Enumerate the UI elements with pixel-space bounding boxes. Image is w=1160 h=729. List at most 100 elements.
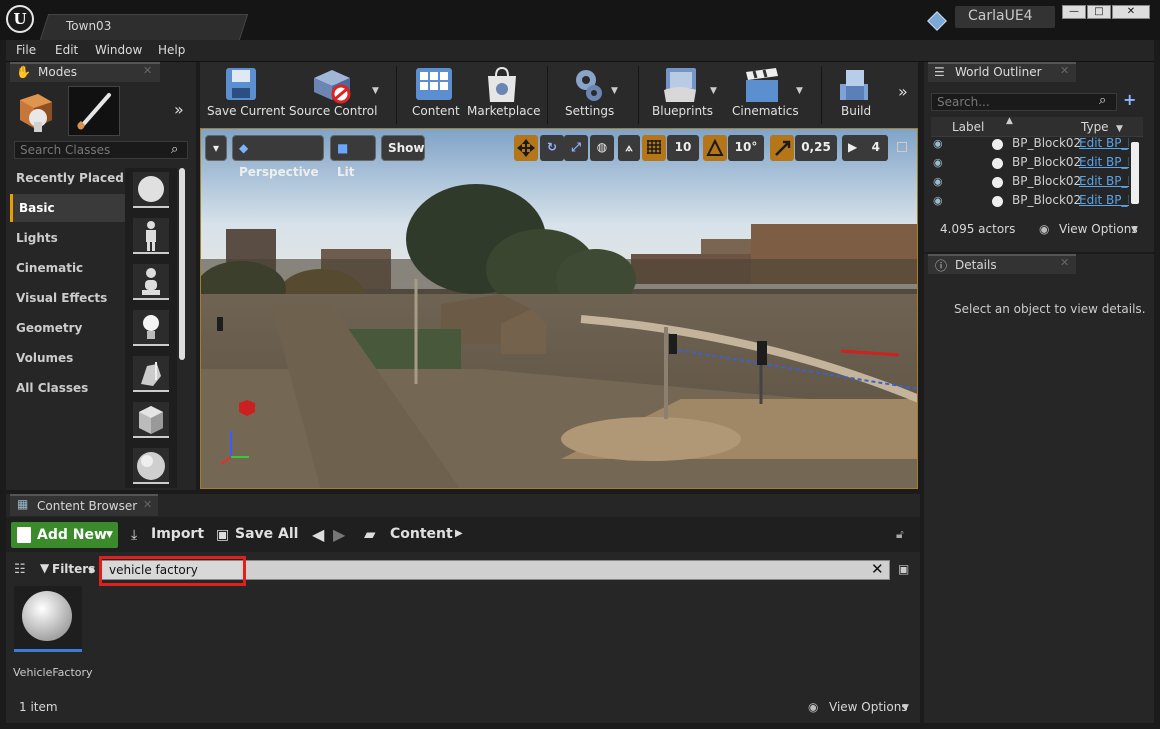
character-tile[interactable] (133, 218, 169, 254)
save-search-icon[interactable]: ▣ (898, 562, 909, 576)
pawn-tile[interactable] (133, 264, 169, 300)
edit-blueprint-link[interactable]: Edit BP_Block02 (1079, 136, 1129, 150)
menu-edit[interactable]: Edit (55, 43, 78, 57)
rotation-snap-toggle[interactable] (703, 135, 727, 161)
edit-blueprint-link[interactable]: Edit BP_Block02 (1079, 193, 1129, 207)
asset-tile-vehiclefactory[interactable] (14, 586, 82, 652)
save-all-button[interactable]: Save All (235, 526, 298, 542)
build-icon (836, 66, 874, 107)
content-view-options-button[interactable]: View Options (829, 700, 908, 714)
content-button[interactable]: Content (412, 104, 460, 118)
import-button[interactable]: Import (151, 526, 204, 542)
column-label-header[interactable]: Label (952, 120, 984, 134)
actor-label: BP_Block02 (1012, 155, 1082, 169)
cube-tile[interactable] (133, 402, 169, 438)
visibility-eye-icon[interactable]: ◉ (933, 156, 943, 169)
grid-snap-toggle[interactable] (642, 135, 666, 161)
perspective-button[interactable]: ◆ Perspective (232, 135, 324, 179)
path-content-breadcrumb[interactable]: Content (390, 526, 453, 542)
player-start-tile[interactable] (133, 356, 169, 392)
lit-button[interactable]: ■ Lit (330, 135, 376, 179)
sources-panel-toggle-icon[interactable]: ☷ (14, 562, 26, 577)
scale-mode-button[interactable]: ⤢ (564, 135, 588, 161)
world-local-toggle[interactable]: ◍ (590, 135, 614, 161)
marketplace-button[interactable]: Marketplace (467, 104, 541, 118)
history-forward-icon[interactable]: ▶ (333, 525, 345, 544)
build-button[interactable]: Build (841, 104, 871, 118)
menu-help[interactable]: Help (158, 43, 185, 57)
category-geometry[interactable]: Geometry (10, 314, 125, 342)
translate-mode-button[interactable] (514, 135, 538, 161)
rotate-mode-button[interactable]: ↻ (540, 135, 564, 161)
edit-blueprint-link[interactable]: Edit BP_Block02 (1079, 155, 1129, 169)
edit-blueprint-link[interactable]: Edit BP_Block02 (1079, 174, 1129, 188)
viewport-options-button[interactable]: ▾ (205, 135, 227, 161)
category-lights[interactable]: Lights (10, 224, 125, 252)
cinematics-dropdown-icon[interactable]: ▼ (796, 86, 803, 96)
maximize-viewport-icon[interactable] (897, 142, 907, 152)
history-back-icon[interactable]: ◀ (312, 525, 324, 544)
category-recently-placed[interactable]: Recently Placed (10, 164, 125, 192)
close-tab-icon[interactable]: ✕ (143, 498, 152, 511)
character-icon (146, 221, 156, 251)
path-chevron-icon[interactable]: ▶ (455, 528, 463, 539)
tab-details[interactable] (928, 254, 1076, 274)
view-options-dropdown-icon[interactable]: ▼ (1131, 225, 1138, 235)
column-type-header[interactable]: Type (1081, 120, 1109, 134)
outliner-search-input[interactable]: Search... (931, 93, 1117, 111)
scale-snap-value[interactable]: 0,25 (795, 135, 837, 161)
grid-snap-value[interactable]: 10 (667, 135, 699, 161)
source-control-button[interactable]: Source Control (289, 104, 377, 118)
paint-mode-button[interactable] (68, 86, 120, 136)
content-browser-toolbar (6, 517, 920, 552)
view-options-dropdown-icon[interactable]: ▼ (902, 703, 909, 713)
cinematics-button[interactable]: Cinematics (732, 104, 799, 118)
category-cinematic[interactable]: Cinematic (10, 254, 125, 282)
lock-icon[interactable]: 🔓︎ (896, 527, 904, 542)
point-light-tile[interactable] (133, 310, 169, 346)
source-control-dropdown-icon[interactable]: ▼ (372, 86, 379, 96)
toolbar-overflow-chevron-icon[interactable]: » (898, 82, 908, 101)
place-mode-button[interactable] (12, 88, 64, 134)
scale-snap-toggle[interactable] (770, 135, 794, 161)
minimize-button[interactable]: — (1062, 5, 1086, 19)
blueprints-dropdown-icon[interactable]: ▼ (710, 86, 717, 96)
outliner-scrollbar[interactable] (1131, 142, 1139, 204)
blueprints-button[interactable]: Blueprints (652, 104, 713, 118)
clear-search-icon[interactable]: ✕ (871, 560, 884, 578)
settings-dropdown-icon[interactable]: ▼ (611, 86, 618, 96)
source-control-icon (308, 66, 352, 107)
category-basic[interactable]: Basic (10, 194, 125, 222)
category-volumes[interactable]: Volumes (10, 344, 125, 372)
camera-speed-button[interactable]: ▶ 4 (842, 135, 888, 161)
more-modes-chevron-icon[interactable]: » (174, 100, 184, 119)
save-current-button[interactable]: Save Current (207, 104, 285, 118)
rotation-snap-value[interactable]: 10° (728, 135, 764, 161)
show-button[interactable]: Show (381, 135, 425, 161)
close-tab-icon[interactable]: ✕ (1060, 256, 1069, 269)
category-visual-effects[interactable]: Visual Effects (10, 284, 125, 312)
surface-snap-button[interactable]: ⟑ (618, 135, 640, 161)
menu-window[interactable]: Window (95, 43, 142, 57)
add-folder-icon[interactable]: + (1123, 90, 1136, 109)
close-tab-icon[interactable]: ✕ (1060, 64, 1069, 77)
tab-modes[interactable] (10, 62, 160, 82)
close-tab-icon[interactable]: ✕ (143, 64, 152, 77)
material-sphere-icon (22, 591, 72, 641)
visibility-eye-icon[interactable]: ◉ (933, 175, 943, 188)
filters-dropdown-icon[interactable]: ▼ (88, 566, 94, 575)
menu-file[interactable]: File (16, 43, 36, 57)
category-all-classes[interactable]: All Classes (10, 374, 125, 402)
type-dropdown-icon[interactable]: ▼ (1116, 124, 1123, 134)
search-classes-input[interactable]: Search Classes (14, 141, 188, 159)
settings-button[interactable]: Settings (565, 104, 614, 118)
outliner-view-options-button[interactable]: View Options (1059, 222, 1138, 236)
modes-scrollbar[interactable] (179, 168, 185, 360)
unreal-logo-icon[interactable]: U (6, 5, 34, 33)
empty-actor-tile[interactable] (133, 172, 169, 208)
visibility-eye-icon[interactable]: ◉ (933, 194, 943, 207)
visibility-eye-icon[interactable]: ◉ (933, 137, 943, 150)
sphere-tile[interactable] (133, 448, 169, 484)
maximize-button[interactable]: □ (1087, 5, 1111, 19)
close-window-button[interactable]: ✕ (1112, 5, 1150, 19)
